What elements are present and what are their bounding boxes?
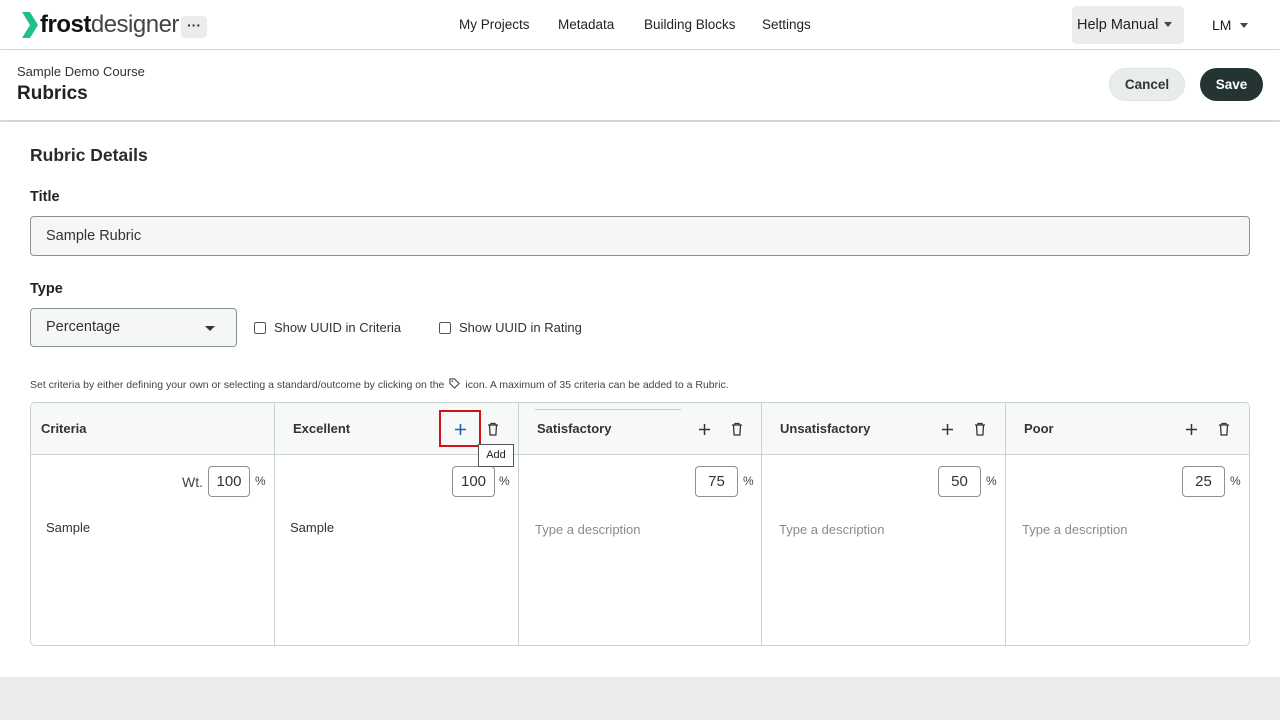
rating-header: Unsatisfactory xyxy=(762,403,1005,455)
nav-metadata[interactable]: Metadata xyxy=(558,0,614,50)
percent-sign: % xyxy=(1230,474,1241,488)
instruction-text-after: icon. A maximum of 35 criteria can be ad… xyxy=(465,379,729,391)
instruction-text-before: Set criteria by either defining your own… xyxy=(30,379,445,391)
rating-column-unsatisfactory: Unsatisfactory 50 % Type a description xyxy=(762,403,1006,645)
add-tooltip: Add xyxy=(478,444,514,467)
breadcrumb[interactable]: Sample Demo Course xyxy=(17,64,145,79)
show-uuid-rating-label: Show UUID in Rating xyxy=(459,320,582,335)
criteria-instruction: Set criteria by either defining your own… xyxy=(30,378,729,392)
description-placeholder[interactable]: Type a description xyxy=(1022,522,1128,537)
page-title: Rubrics xyxy=(17,83,88,104)
plus-icon xyxy=(941,423,953,435)
rating-header: Satisfactory xyxy=(519,403,761,455)
user-initials: LM xyxy=(1212,17,1232,33)
rubric-table: Criteria Wt. 100 % Sample Excellent Add … xyxy=(30,402,1250,646)
type-select-value: Percentage xyxy=(46,319,121,335)
rating-value-input[interactable]: 50 xyxy=(938,466,981,497)
chevron-down-icon xyxy=(1164,21,1173,27)
rating-name: Excellent xyxy=(293,421,351,436)
nav-my-projects[interactable]: My Projects xyxy=(459,0,530,50)
logo-text-frost: frost xyxy=(40,11,91,38)
chevron-down-icon xyxy=(1240,22,1249,28)
chevron-down-icon xyxy=(205,326,215,331)
trash-icon xyxy=(732,422,742,436)
criteria-description[interactable]: Sample xyxy=(46,520,90,535)
section-title: Rubric Details xyxy=(30,145,148,165)
rating-value-input[interactable]: 75 xyxy=(695,466,738,497)
trash-icon xyxy=(975,422,985,436)
help-manual-label: Help Manual xyxy=(1077,17,1159,33)
header-underline xyxy=(535,409,681,410)
nav-settings[interactable]: Settings xyxy=(762,0,811,50)
criteria-header: Criteria xyxy=(31,403,274,455)
page-header: Sample Demo Course Rubrics Cancel Save xyxy=(0,50,1280,120)
percent-sign: % xyxy=(255,474,266,488)
criteria-column: Criteria Wt. 100 % Sample xyxy=(31,403,275,645)
rating-header: Poor xyxy=(1006,403,1249,455)
title-label: Title xyxy=(30,189,60,205)
logo-chevron-icon xyxy=(22,12,38,38)
logo-text-designer: designer xyxy=(90,11,180,38)
rating-column-poor: Poor 25 % Type a description xyxy=(1006,403,1249,645)
checkbox-box[interactable] xyxy=(254,321,266,334)
description-placeholder[interactable]: Type a description xyxy=(535,522,641,537)
nav-building-blocks[interactable]: Building Blocks xyxy=(644,0,736,50)
type-select[interactable]: Percentage xyxy=(30,308,237,347)
title-input[interactable]: Sample Rubric xyxy=(30,216,1250,256)
rating-value-input[interactable]: 100 xyxy=(452,466,495,497)
delete-rating-button[interactable] xyxy=(1211,416,1237,442)
description-placeholder[interactable]: Type a description xyxy=(779,522,885,537)
save-button[interactable]: Save xyxy=(1200,68,1263,101)
rating-description[interactable]: Sample xyxy=(290,520,334,535)
type-label: Type xyxy=(30,281,63,297)
checkbox-box[interactable] xyxy=(439,321,451,334)
top-nav-bar: frostdesigner ··· My Projects Metadata B… xyxy=(0,0,1280,50)
rating-column-excellent: Excellent Add 100 % Sample xyxy=(275,403,519,645)
show-uuid-criteria-label: Show UUID in Criteria xyxy=(274,320,402,335)
tag-icon xyxy=(449,378,461,392)
criteria-header-label: Criteria xyxy=(41,421,87,436)
percent-sign: % xyxy=(743,474,754,488)
show-uuid-rating-checkbox[interactable]: Show UUID in Rating xyxy=(439,320,582,335)
rating-name: Unsatisfactory xyxy=(780,421,871,436)
plus-icon xyxy=(698,423,710,435)
percent-sign: % xyxy=(499,474,510,488)
highlight-box xyxy=(439,410,481,447)
rating-value-input[interactable]: 25 xyxy=(1182,466,1225,497)
percent-sign: % xyxy=(986,474,997,488)
add-rating-button[interactable] xyxy=(1178,416,1204,442)
help-manual-dropdown[interactable]: Help Manual xyxy=(1072,6,1184,44)
trash-icon xyxy=(1219,422,1229,436)
trash-icon xyxy=(488,422,498,436)
delete-rating-button[interactable] xyxy=(724,416,750,442)
rubric-details-panel: Rubric Details Title Sample Rubric Type … xyxy=(0,122,1280,677)
rating-name: Satisfactory xyxy=(537,421,612,436)
rating-column-satisfactory: Satisfactory 75 % Type a description xyxy=(519,403,762,645)
show-uuid-criteria-checkbox[interactable]: Show UUID in Criteria xyxy=(254,320,401,335)
add-rating-button[interactable] xyxy=(934,416,960,442)
weight-label: Wt. xyxy=(182,474,203,490)
user-menu-dropdown[interactable]: LM xyxy=(1212,6,1249,44)
delete-rating-button[interactable] xyxy=(967,416,993,442)
add-rating-button[interactable] xyxy=(691,416,717,442)
more-menu-button[interactable]: ··· xyxy=(181,16,207,38)
delete-rating-button[interactable] xyxy=(480,416,506,442)
rating-name: Poor xyxy=(1024,421,1054,436)
plus-icon xyxy=(1185,423,1197,435)
criteria-weight-input[interactable]: 100 xyxy=(208,466,250,497)
frost-designer-logo[interactable]: frostdesigner xyxy=(22,10,179,40)
page-footer-area xyxy=(0,677,1280,720)
cancel-button[interactable]: Cancel xyxy=(1109,68,1185,101)
